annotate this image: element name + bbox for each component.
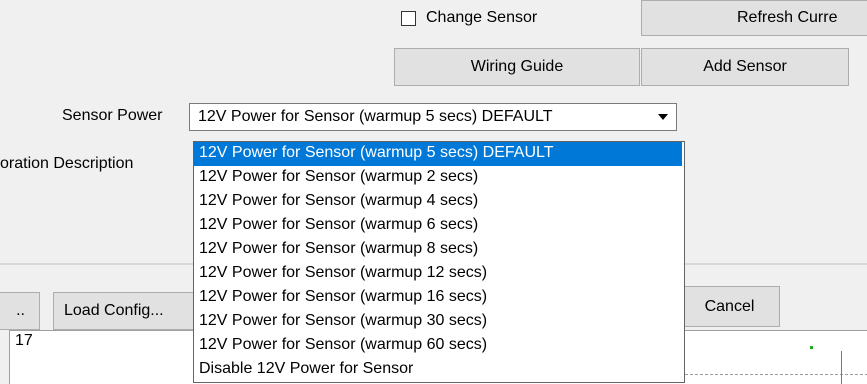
wiring-guide-button[interactable]: Wiring Guide bbox=[394, 48, 640, 86]
grid-divider bbox=[841, 351, 842, 384]
add-sensor-button[interactable]: Add Sensor bbox=[641, 48, 849, 86]
browse-button[interactable]: .. bbox=[0, 292, 40, 330]
dropdown-option[interactable]: 12V Power for Sensor (warmup 8 secs) bbox=[194, 238, 682, 262]
calibration-description-label: oration Description bbox=[0, 155, 134, 172]
sensor-power-select[interactable]: 12V Power for Sensor (warmup 5 secs) DEF… bbox=[189, 103, 677, 131]
dropdown-option[interactable]: Disable 12V Power for Sensor bbox=[194, 358, 682, 382]
dropdown-option[interactable]: 12V Power for Sensor (warmup 5 secs) DEF… bbox=[194, 142, 682, 166]
dropdown-option[interactable]: 12V Power for Sensor (warmup 30 secs) bbox=[194, 310, 682, 334]
load-config-button[interactable]: Load Config... bbox=[53, 292, 213, 330]
marker-dot bbox=[810, 346, 813, 349]
sensor-power-value: 12V Power for Sensor (warmup 5 secs) DEF… bbox=[198, 108, 553, 125]
cancel-button[interactable]: Cancel bbox=[679, 286, 780, 327]
change-sensor-label: Change Sensor bbox=[426, 9, 538, 26]
change-sensor-checkbox[interactable] bbox=[401, 11, 416, 26]
dropdown-option[interactable]: 12V Power for Sensor (warmup 16 secs) bbox=[194, 286, 682, 310]
dropdown-option[interactable]: 12V Power for Sensor (warmup 2 secs) bbox=[194, 166, 682, 190]
chevron-down-icon[interactable] bbox=[653, 107, 673, 127]
grid-row-number: 17 bbox=[15, 332, 33, 349]
sensor-power-label: Sensor Power bbox=[62, 107, 163, 124]
dropdown-option[interactable]: 12V Power for Sensor (warmup 60 secs) bbox=[194, 334, 682, 358]
dropdown-option[interactable]: 12V Power for Sensor (warmup 4 secs) bbox=[194, 190, 682, 214]
dropdown-option[interactable]: 12V Power for Sensor (warmup 12 secs) bbox=[194, 262, 682, 286]
sensor-power-dropdown-list[interactable]: 12V Power for Sensor (warmup 5 secs) DEF… bbox=[193, 141, 685, 383]
refresh-current-button[interactable]: Refresh Curre bbox=[641, 0, 867, 36]
dropdown-option[interactable]: 12V Power for Sensor (warmup 6 secs) bbox=[194, 214, 682, 238]
